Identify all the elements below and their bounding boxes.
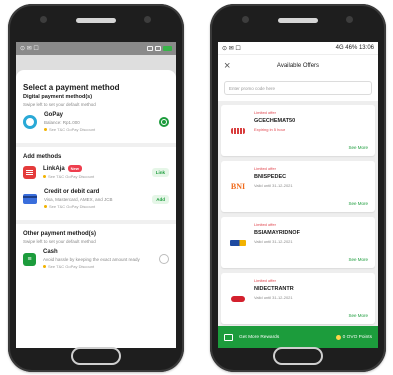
phone-offers: ⊙ ✉ ☐ 4G 46% 13:06 × Available Offers En… <box>210 4 386 372</box>
phone-camera <box>40 16 47 23</box>
gopay-radio[interactable] <box>159 117 169 127</box>
bank-logo <box>226 278 250 319</box>
linkaja-icon <box>23 165 36 179</box>
cash-note: See T&C GoPay Discount <box>43 264 152 269</box>
linkaja-note: See T&C GoPay Discount <box>43 174 145 179</box>
offers-screen: ⊙ ✉ ☐ 4G 46% 13:06 × Available Offers En… <box>218 42 378 348</box>
cash-name: Cash <box>43 249 58 255</box>
linkaja-name: LinkAja <box>43 165 65 172</box>
stage: ⊙ ✉ ☐ Select a payment method Digital pa… <box>0 0 393 375</box>
status-icons <box>147 46 172 51</box>
see-more-link[interactable]: See More <box>348 145 368 150</box>
offer-validity: Valid until 31-12-2021 <box>254 183 293 188</box>
offer-code: NIDECTRANTR <box>254 286 294 292</box>
offer-code: GCECHEMAT50 <box>254 118 296 124</box>
offer-tag: Limited offer <box>254 222 276 227</box>
offer-expiry: Expiring in 5 hour <box>254 127 286 132</box>
offer-list: Limited offer GCECHEMAT50 Expiring in 5 … <box>218 101 378 333</box>
card-detail: Visa, Mastercard, AMEX, and JCB <box>44 197 113 202</box>
see-more-link[interactable]: See More <box>348 313 368 318</box>
phone-sensor <box>346 16 353 23</box>
offer-code: BNISPEDEC <box>254 174 287 180</box>
home-button[interactable] <box>71 347 121 365</box>
payment-screen: ⊙ ✉ ☐ Select a payment method Digital pa… <box>16 42 176 348</box>
cash-icon: ≡ <box>23 252 36 266</box>
gopay-note: See T&C GoPay Discount <box>44 127 152 132</box>
page-title: Available Offers <box>276 63 320 69</box>
offer-tag: Limited offer <box>254 110 276 115</box>
offer-card[interactable]: BNI Limited offer BNISPEDEC Valid until … <box>221 161 375 212</box>
bank-logo <box>226 110 250 151</box>
gopay-name: GoPay <box>44 112 64 118</box>
see-more-link[interactable]: See More <box>348 201 368 206</box>
card-icon <box>23 194 37 204</box>
divider <box>16 143 176 147</box>
phone-payment: ⊙ ✉ ☐ Select a payment method Digital pa… <box>8 4 184 372</box>
sheet-title: Select a payment method <box>23 83 120 92</box>
cash-radio[interactable] <box>159 254 169 264</box>
offer-card[interactable]: Limited offer NIDECTRANTR Valid until 31… <box>221 273 375 324</box>
offer-tag: Limited offer <box>254 166 276 171</box>
card-option[interactable]: Credit or debit card Visa, Mastercard, A… <box>23 184 169 214</box>
points-balance: 0 OVO Points <box>335 334 372 340</box>
rewards-label: Get More Rewards <box>239 334 280 340</box>
status-right: 4G 46% 13:06 <box>335 45 374 51</box>
promo-code-input[interactable]: Enter promo code here <box>224 81 372 95</box>
see-more-link[interactable]: See More <box>348 257 368 262</box>
phone-speaker <box>278 18 318 23</box>
linkaja-option[interactable]: LinkAja New See T&C GoPay Discount Link <box>23 160 169 184</box>
offer-card[interactable]: Limited offer GCECHEMAT50 Expiring in 5 … <box>221 105 375 156</box>
offer-code: BSIAMAYRIDNOF <box>254 230 300 236</box>
offers-header: × Available Offers <box>218 55 378 77</box>
offer-validity: Valid until 31-12-2021 <box>254 295 293 300</box>
card-note: See T&C GoPay Discount <box>44 204 145 209</box>
new-badge: New <box>67 165 82 172</box>
bank-logo: BNI <box>230 182 246 191</box>
promo-section: Enter promo code here <box>218 77 378 101</box>
status-bar: ⊙ ✉ ☐ <box>16 42 176 55</box>
digital-methods-heading: Digital payment method(s) <box>23 94 93 100</box>
rewards-footer[interactable]: Get More Rewards 0 OVO Points <box>218 326 378 348</box>
add-card-button[interactable]: Add <box>152 194 169 204</box>
home-button[interactable] <box>273 347 323 365</box>
card-name: Credit or debit card <box>44 189 100 195</box>
rewards-icon <box>224 333 233 341</box>
payment-sheet: Select a payment method Digital payment … <box>16 70 176 348</box>
other-methods-heading: Other payment method(s) <box>23 231 97 237</box>
gopay-option[interactable]: GoPay Balance: Rp1.000 See T&C GoPay Dis… <box>23 107 169 137</box>
status-bar: ⊙ ✉ ☐ 4G 46% 13:06 <box>218 42 378 55</box>
gopay-icon <box>23 115 37 129</box>
status-left: ⊙ ✉ ☐ <box>20 46 39 52</box>
divider <box>16 220 176 224</box>
offer-tag: Limited offer <box>254 278 276 283</box>
cash-option[interactable]: ≡ Cash Avoid hassle by keeping the exact… <box>23 244 169 274</box>
bank-logo <box>226 222 250 263</box>
link-button[interactable]: Link <box>151 167 169 177</box>
coin-icon <box>335 334 341 340</box>
offer-validity: Valid until 31-12-2021 <box>254 239 293 244</box>
phone-camera <box>242 16 249 23</box>
offer-card[interactable]: Limited offer BSIAMAYRIDNOF Valid until … <box>221 217 375 268</box>
status-left: ⊙ ✉ ☐ <box>222 45 241 52</box>
close-icon[interactable]: × <box>224 60 238 72</box>
gopay-balance: Balance: Rp1.000 <box>44 120 80 125</box>
phone-sensor <box>144 16 151 23</box>
cash-detail: Avoid hassle by keeping the exact amount… <box>43 257 140 262</box>
phone-speaker <box>76 18 116 23</box>
